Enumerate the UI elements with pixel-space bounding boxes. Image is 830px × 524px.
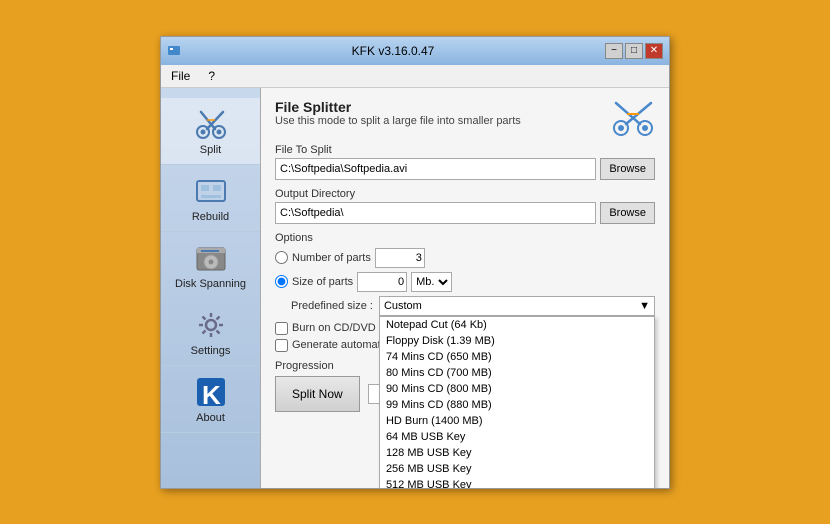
menu-bar: File ?: [161, 65, 669, 88]
predefined-label: Predefined size :: [291, 300, 373, 312]
main-window: KFK v3.16.0.47 − □ ✕ File ?: [160, 36, 670, 489]
predefined-select-header[interactable]: Custom ▼: [379, 296, 655, 316]
size-input[interactable]: [357, 272, 407, 292]
sidebar-split-label: Split: [200, 144, 221, 156]
sidebar-item-split[interactable]: Split: [161, 98, 260, 165]
header-icon: [611, 98, 655, 138]
file-browse-button[interactable]: Browse: [600, 158, 655, 180]
dropdown-item-8[interactable]: 128 MB USB Key: [380, 445, 654, 461]
predefined-selected-value: Custom: [384, 300, 422, 312]
num-parts-input[interactable]: [375, 248, 425, 268]
close-button[interactable]: ✕: [645, 43, 663, 59]
burn-cd-checkbox[interactable]: [275, 322, 288, 335]
dropdown-item-10[interactable]: 512 MB USB Key: [380, 477, 654, 488]
output-browse-button[interactable]: Browse: [600, 202, 655, 224]
sidebar-settings-label: Settings: [191, 345, 231, 357]
size-parts-label: Size of parts: [292, 276, 353, 288]
dropdown-item-9[interactable]: 256 MB USB Key: [380, 461, 654, 477]
output-directory-group: Output Directory Browse: [275, 188, 655, 224]
num-parts-row: Number of parts: [275, 248, 655, 268]
output-directory-input[interactable]: [275, 202, 596, 224]
dropdown-item-6[interactable]: HD Burn (1400 MB): [380, 413, 654, 429]
sidebar-item-settings[interactable]: Settings: [161, 299, 260, 366]
burn-cd-label: Burn on CD/DVD: [292, 322, 376, 334]
num-parts-radio[interactable]: [275, 251, 288, 264]
unit-select[interactable]: Mb. Kb. Gb.: [411, 272, 452, 292]
num-parts-label: Number of parts: [292, 252, 371, 264]
menu-help[interactable]: ?: [204, 67, 219, 85]
predefined-row: Predefined size : Custom ▼ Notepad Cut (…: [291, 296, 655, 316]
sidebar: Split Rebuild: [161, 88, 261, 488]
predefined-select-container: Custom ▼ Notepad Cut (64 Kb) Floppy Disk…: [379, 296, 655, 316]
rebuild-checkbox[interactable]: [275, 339, 288, 352]
maximize-button[interactable]: □: [625, 43, 643, 59]
window-controls: − □ ✕: [605, 43, 663, 59]
size-row: Mb. Kb. Gb.: [357, 272, 452, 292]
window-title: KFK v3.16.0.47: [181, 44, 605, 58]
sidebar-disk-label: Disk Spanning: [175, 278, 246, 290]
file-to-split-label: File To Split: [275, 144, 655, 156]
scissors-icon: [193, 106, 229, 142]
about-icon: K: [193, 374, 229, 410]
panel-title: File Splitter: [275, 99, 521, 115]
main-panel: File Splitter Use this mode to split a l…: [261, 88, 669, 488]
file-to-split-row: Browse: [275, 158, 655, 180]
file-to-split-group: File To Split Browse: [275, 144, 655, 180]
sidebar-item-disk-spanning[interactable]: Disk Spanning: [161, 232, 260, 299]
panel-subtitle: Use this mode to split a large file into…: [275, 115, 521, 127]
title-bar: KFK v3.16.0.47 − □ ✕: [161, 37, 669, 65]
dropdown-item-4[interactable]: 90 Mins CD (800 MB): [380, 381, 654, 397]
split-now-button[interactable]: Split Now: [275, 376, 360, 412]
output-directory-row: Browse: [275, 202, 655, 224]
minimize-button[interactable]: −: [605, 43, 623, 59]
panel-header: File Splitter Use this mode to split a l…: [275, 98, 655, 138]
sidebar-about-label: About: [196, 412, 225, 424]
file-to-split-input[interactable]: [275, 158, 596, 180]
menu-file[interactable]: File: [167, 67, 194, 85]
predefined-dropdown: Notepad Cut (64 Kb) Floppy Disk (1.39 MB…: [379, 316, 655, 488]
dropdown-item-0[interactable]: Notepad Cut (64 Kb): [380, 317, 654, 333]
dropdown-item-3[interactable]: 80 Mins CD (700 MB): [380, 365, 654, 381]
disk-icon: [193, 240, 229, 276]
dropdown-item-7[interactable]: 64 MB USB Key: [380, 429, 654, 445]
size-parts-row: Size of parts Mb. Kb. Gb.: [275, 272, 655, 292]
sidebar-rebuild-label: Rebuild: [192, 211, 229, 223]
settings-icon: [193, 307, 229, 343]
size-parts-radio[interactable]: [275, 275, 288, 288]
options-label: Options: [275, 232, 655, 244]
dropdown-item-5[interactable]: 99 Mins CD (880 MB): [380, 397, 654, 413]
svg-text:K: K: [202, 380, 221, 410]
output-directory-label: Output Directory: [275, 188, 655, 200]
sidebar-item-rebuild[interactable]: Rebuild: [161, 165, 260, 232]
chevron-down-icon: ▼: [639, 300, 650, 312]
rebuild-icon: [193, 173, 229, 209]
app-icon: [167, 44, 181, 58]
dropdown-item-1[interactable]: Floppy Disk (1.39 MB): [380, 333, 654, 349]
dropdown-item-2[interactable]: 74 Mins CD (650 MB): [380, 349, 654, 365]
sidebar-item-about[interactable]: K About: [161, 366, 260, 433]
content-area: Split Rebuild: [161, 88, 669, 488]
options-section: Options Number of parts Size of parts Mb…: [275, 232, 655, 352]
